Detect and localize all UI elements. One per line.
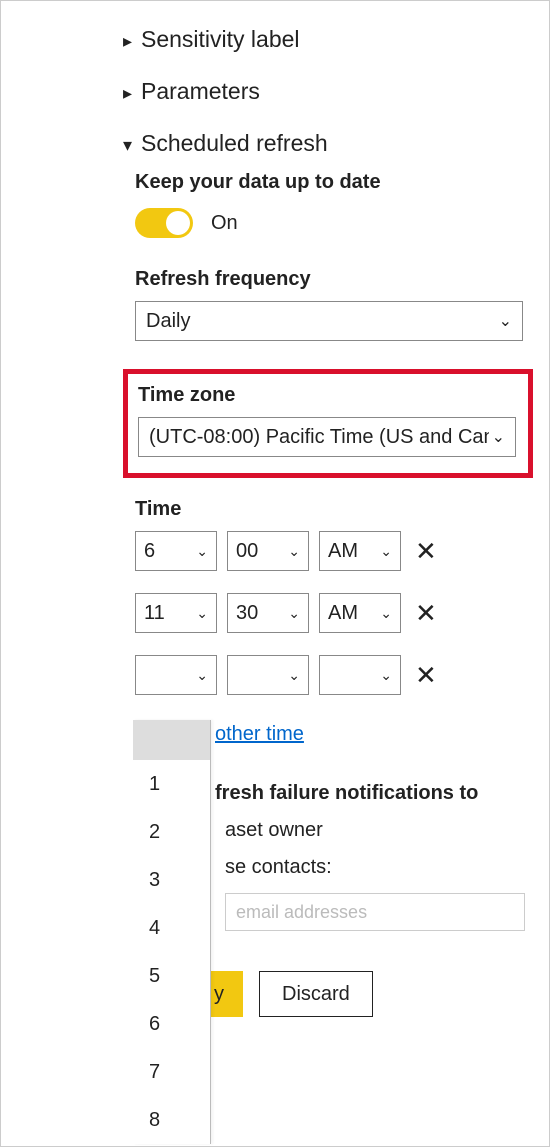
remove-time-icon[interactable]: ✕	[411, 600, 441, 626]
timezone-highlight: Time zone (UTC-08:00) Pacific Time (US a…	[123, 369, 533, 478]
time-ampm-select[interactable]: AM ⌄	[319, 531, 401, 571]
timezone-label: Time zone	[138, 384, 518, 407]
time-hour-value: 11	[144, 602, 165, 625]
hour-option[interactable]: 6	[133, 1000, 210, 1048]
discard-button[interactable]: Discard	[259, 971, 373, 1017]
remove-time-icon[interactable]: ✕	[411, 662, 441, 688]
chevron-down-icon: ⌄	[288, 667, 300, 684]
chevron-down-icon: ⌄	[196, 667, 208, 684]
hour-dropdown-list[interactable]: 1 2 3 4 5 6 7 8	[133, 720, 211, 1144]
section-sensitivity-title: Sensitivity label	[141, 26, 300, 53]
time-row: 6 ⌄ 00 ⌄ AM ⌄ ✕	[135, 531, 549, 571]
time-hour-select[interactable]: 11 ⌄	[135, 593, 217, 633]
refresh-frequency-label: Refresh frequency	[135, 268, 549, 291]
chevron-right-icon	[123, 80, 137, 103]
time-row: ⌄ ⌄ ⌄ ✕	[135, 655, 549, 695]
hour-option[interactable]: 1	[133, 760, 210, 808]
time-hour-value: 6	[144, 540, 155, 563]
time-label: Time	[135, 498, 549, 521]
hour-option-blank[interactable]	[133, 720, 210, 760]
time-minute-value: 30	[236, 602, 258, 625]
add-another-time-link[interactable]: other time	[215, 723, 304, 746]
section-parameters[interactable]: Parameters	[123, 78, 549, 105]
chevron-down-icon	[123, 132, 137, 155]
timezone-select[interactable]: (UTC-08:00) Pacific Time (US and Canada)…	[138, 417, 516, 457]
chevron-down-icon: ⌄	[288, 605, 300, 622]
discard-label: Discard	[282, 983, 350, 1006]
apply-label: y	[214, 983, 224, 1006]
notification-email-input[interactable]: email addresses	[225, 893, 525, 931]
chevron-down-icon: ⌄	[380, 543, 392, 560]
toggle-state-label: On	[211, 212, 238, 235]
section-scheduled-title: Scheduled refresh	[141, 130, 328, 157]
time-minute-select[interactable]: 00 ⌄	[227, 531, 309, 571]
chevron-down-icon: ⌄	[196, 605, 208, 622]
time-minute-select[interactable]: ⌄	[227, 655, 309, 695]
time-ampm-value: AM	[328, 540, 358, 563]
chevron-right-icon	[123, 28, 137, 51]
keep-data-label: Keep your data up to date	[135, 171, 549, 194]
time-ampm-select[interactable]: ⌄	[319, 655, 401, 695]
chevron-down-icon: ⌄	[196, 543, 208, 560]
chevron-down-icon: ⌄	[380, 667, 392, 684]
time-minute-select[interactable]: 30 ⌄	[227, 593, 309, 633]
notification-heading: fresh failure notifications to	[215, 782, 549, 805]
chevron-down-icon: ⌄	[288, 543, 300, 560]
chevron-down-icon: ⌄	[492, 427, 505, 447]
notification-contacts-option[interactable]: se contacts:	[225, 856, 549, 879]
section-parameters-title: Parameters	[141, 78, 260, 105]
keep-data-toggle[interactable]	[135, 208, 193, 238]
section-scheduled-refresh[interactable]: Scheduled refresh	[123, 130, 549, 157]
hour-option[interactable]: 5	[133, 952, 210, 1000]
refresh-frequency-value: Daily	[146, 310, 190, 333]
hour-option[interactable]: 4	[133, 904, 210, 952]
chevron-down-icon: ⌄	[499, 311, 512, 331]
chevron-down-icon: ⌄	[380, 605, 392, 622]
hour-option[interactable]: 3	[133, 856, 210, 904]
notification-owner-option[interactable]: aset owner	[225, 819, 549, 842]
time-row: 11 ⌄ 30 ⌄ AM ⌄ ✕	[135, 593, 549, 633]
email-placeholder: email addresses	[236, 902, 367, 923]
time-ampm-value: AM	[328, 602, 358, 625]
hour-option[interactable]: 2	[133, 808, 210, 856]
toggle-knob	[166, 211, 190, 235]
time-minute-value: 00	[236, 540, 258, 563]
time-ampm-select[interactable]: AM ⌄	[319, 593, 401, 633]
hour-option[interactable]: 8	[133, 1096, 210, 1144]
section-sensitivity-label[interactable]: Sensitivity label	[123, 26, 549, 53]
timezone-value: (UTC-08:00) Pacific Time (US and Canada)	[149, 426, 489, 449]
time-hour-select[interactable]: 6 ⌄	[135, 531, 217, 571]
remove-time-icon[interactable]: ✕	[411, 538, 441, 564]
hour-option[interactable]: 7	[133, 1048, 210, 1096]
refresh-frequency-select[interactable]: Daily ⌄	[135, 301, 523, 341]
time-hour-select[interactable]: ⌄	[135, 655, 217, 695]
